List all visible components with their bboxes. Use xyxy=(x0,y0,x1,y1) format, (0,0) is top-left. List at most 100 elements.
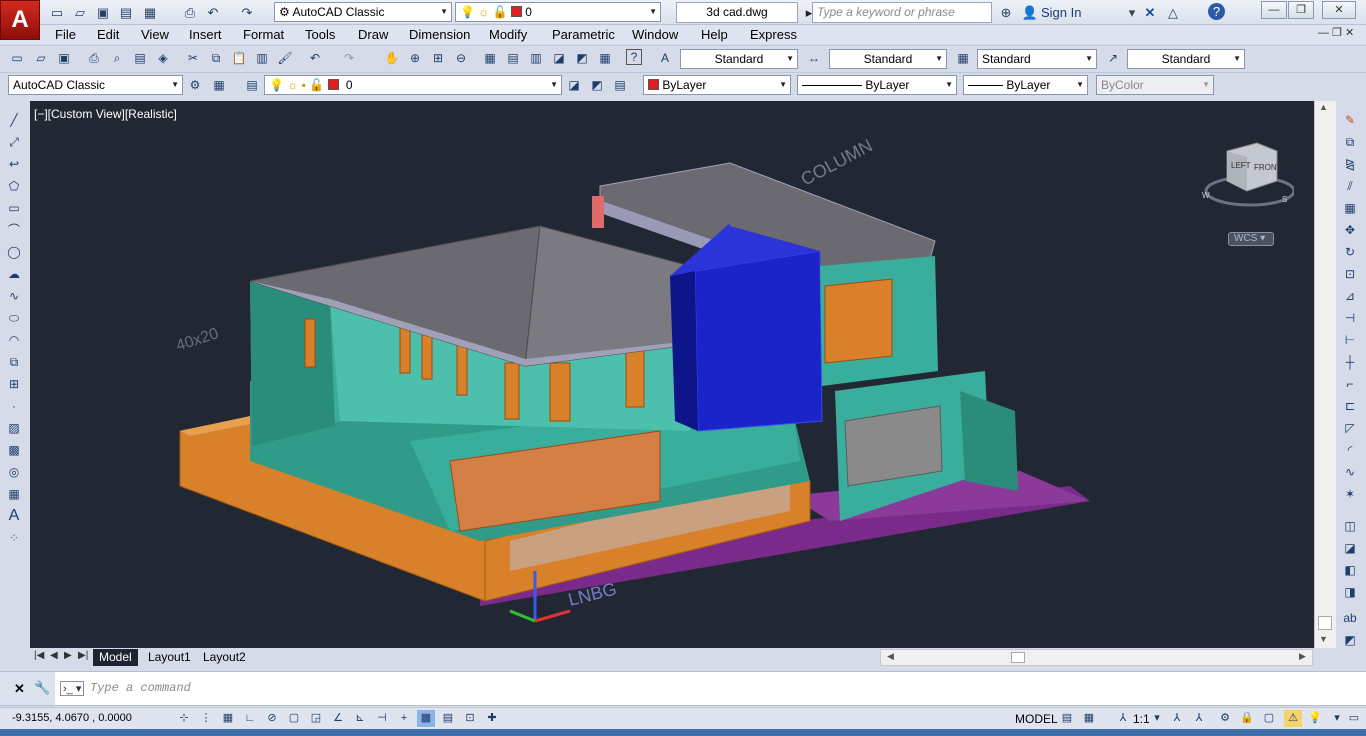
break-icon[interactable]: ⌐ xyxy=(1341,375,1359,393)
menu-draw[interactable]: Draw xyxy=(358,26,388,43)
3d-print-icon[interactable]: ◈ xyxy=(154,49,172,67)
quick-view-drawings-icon[interactable]: ▦ xyxy=(1080,710,1098,727)
tab-layout1[interactable]: Layout1 xyxy=(142,649,197,666)
properties-icon[interactable]: ▦ xyxy=(481,49,499,67)
table-style-icon[interactable]: ▦ xyxy=(954,49,972,67)
search-input[interactable]: Type a keyword or phrase xyxy=(812,2,992,23)
menu-window[interactable]: Window xyxy=(632,26,678,43)
help-icon[interactable]: ? xyxy=(626,49,642,65)
menu-view[interactable]: View xyxy=(141,26,169,43)
arc-icon[interactable]: ⌒ xyxy=(5,221,23,239)
snap-mode-icon[interactable]: ⋮ xyxy=(197,710,215,727)
plot-icon[interactable]: ⎙ xyxy=(85,49,103,67)
tab-layout2[interactable]: Layout2 xyxy=(197,649,252,666)
offset-icon[interactable]: ⫽ xyxy=(1341,177,1359,195)
dynamic-input-icon[interactable]: ⊣ xyxy=(373,710,391,727)
draw-order-back-icon[interactable]: ◪ xyxy=(1341,539,1359,557)
rotate-icon[interactable]: ↻ xyxy=(1341,243,1359,261)
rectangle-icon[interactable]: ▭ xyxy=(5,199,23,217)
table-icon[interactable]: ▦ xyxy=(5,485,23,503)
color-dropdown[interactable]: ByLayer ▼ xyxy=(643,75,791,95)
save-icon[interactable]: ▣ xyxy=(55,49,73,67)
blend-curves-icon[interactable]: ∿ xyxy=(1341,463,1359,481)
open-file-icon[interactable]: ▱ xyxy=(70,3,90,22)
fillet-icon[interactable]: ◜ xyxy=(1341,441,1359,459)
scroll-up-icon[interactable]: ▲ xyxy=(1319,102,1328,112)
menu-help[interactable]: Help xyxy=(701,26,728,43)
drawing-window-controls[interactable]: — ❐ ✕ xyxy=(1318,26,1354,39)
menu-dimension[interactable]: Dimension xyxy=(409,26,470,43)
model-space-button[interactable]: MODEL xyxy=(1015,712,1058,726)
quick-properties-icon[interactable]: ▤ xyxy=(439,710,457,727)
break-at-point-icon[interactable]: ┼ xyxy=(1341,353,1359,371)
object-snap-icon[interactable]: ▢ xyxy=(285,710,303,727)
text-style-icon[interactable]: A xyxy=(656,49,674,67)
ortho-mode-icon[interactable]: ∟ xyxy=(241,710,259,727)
layer-states-icon[interactable]: ▤ xyxy=(611,76,629,94)
zoom-realtime-icon[interactable]: ⊕ xyxy=(406,49,424,67)
object-snap-tracking-icon[interactable]: ∠ xyxy=(329,710,347,727)
dimension-style-dropdown[interactable]: Standard ▼ xyxy=(829,49,947,69)
multileader-style-icon[interactable]: ↗ xyxy=(1104,49,1122,67)
linetype-dropdown[interactable]: ByLayer ▼ xyxy=(797,75,957,95)
menu-parametric[interactable]: Parametric xyxy=(552,26,615,43)
new-file-icon[interactable]: ▭ xyxy=(47,3,67,22)
pan-icon[interactable]: ✋ xyxy=(383,49,401,67)
undo-icon[interactable]: ↶ xyxy=(203,3,223,22)
undo-icon[interactable]: ↶ xyxy=(306,49,324,67)
isolate-objects-icon[interactable]: ⚠ xyxy=(1284,710,1302,727)
redo-icon[interactable]: ↷ xyxy=(340,49,358,67)
wcs-menu[interactable]: WCS ▾ xyxy=(1228,232,1274,246)
zoom-window-icon[interactable]: ⊞ xyxy=(429,49,447,67)
scroll-down-icon[interactable]: ▼ xyxy=(1319,634,1328,644)
command-prompt-icon[interactable]: ›_ ▾ xyxy=(60,681,85,696)
vertical-scrollbar[interactable]: ▲ ▼ xyxy=(1314,101,1336,648)
horizontal-scrollbar[interactable]: ◀ ▶ xyxy=(880,649,1313,666)
menu-insert[interactable]: Insert xyxy=(189,26,222,43)
customize-wrench-icon[interactable]: 🔧 xyxy=(34,680,50,696)
annotation-monitor-icon[interactable]: ✚ xyxy=(483,710,501,727)
restore-button[interactable]: ❐ xyxy=(1288,1,1314,19)
paste-special-icon[interactable]: ▥ xyxy=(253,49,271,67)
workspace-switching-icon[interactable]: ⚙ xyxy=(1216,710,1234,727)
scroll-left-icon[interactable]: ◀ xyxy=(887,651,894,662)
move-icon[interactable]: ✥ xyxy=(1341,221,1359,239)
redo-icon[interactable]: ↷ xyxy=(237,3,257,22)
workspace-dropdown-2[interactable]: AutoCAD Classic ▼ xyxy=(8,75,183,95)
circle-icon[interactable]: ◯ xyxy=(5,243,23,261)
plot-preview-icon[interactable]: ▦ xyxy=(140,3,160,22)
layer-previous-icon[interactable]: ◩ xyxy=(588,76,606,94)
polyline-icon[interactable]: ↩ xyxy=(5,155,23,173)
tab-nav-first-icon[interactable]: |◀ xyxy=(34,650,44,661)
transparency-icon[interactable]: ▩ xyxy=(417,710,435,727)
extend-icon[interactable]: ⊢ xyxy=(1341,331,1359,349)
make-current-layer-icon[interactable]: ◪ xyxy=(565,76,583,94)
exchange-icon[interactable]: ✕ xyxy=(1140,3,1160,22)
workspace-settings-icon[interactable]: ⚙ xyxy=(186,76,204,94)
tab-nav-last-icon[interactable]: ▶| xyxy=(78,650,88,661)
point-icon[interactable]: · xyxy=(5,397,23,415)
bring-above-icon[interactable]: ◧ xyxy=(1341,561,1359,579)
annotation-scale-icon[interactable]: ⅄ xyxy=(1114,710,1132,727)
cut-icon[interactable]: ✂ xyxy=(184,49,202,67)
publish-icon[interactable]: ▤ xyxy=(131,49,149,67)
close-button[interactable]: ✕ xyxy=(1322,1,1356,19)
menu-tools[interactable]: Tools xyxy=(305,26,335,43)
tool-palettes-icon[interactable]: ▥ xyxy=(527,49,545,67)
qnew-icon[interactable]: ▭ xyxy=(8,49,26,67)
open-icon[interactable]: ▱ xyxy=(32,49,50,67)
insert-block-icon[interactable]: ⧉ xyxy=(5,353,23,371)
save-as-icon[interactable]: ▤ xyxy=(116,3,136,22)
multileader-style-dropdown[interactable]: Standard ▼ xyxy=(1127,49,1245,69)
autodesk-360-icon[interactable]: △ xyxy=(1163,3,1183,22)
table-style-dropdown[interactable]: Standard ▼ xyxy=(977,49,1097,69)
mirror-icon[interactable]: ⧎ xyxy=(1341,155,1359,173)
scale-icon[interactable]: ⊡ xyxy=(1341,265,1359,283)
scroll-thumb[interactable] xyxy=(1318,616,1332,630)
layer-dropdown[interactable]: 💡 ☼ 🔓 0 ▼ xyxy=(455,2,661,22)
workspace-dropdown[interactable]: ⚙ AutoCAD Classic ▼ xyxy=(274,2,452,22)
menu-format[interactable]: Format xyxy=(243,26,284,43)
help-icon[interactable]: ? xyxy=(1208,3,1225,20)
menu-modify[interactable]: Modify xyxy=(489,26,527,43)
trim-icon[interactable]: ⊣ xyxy=(1341,309,1359,327)
